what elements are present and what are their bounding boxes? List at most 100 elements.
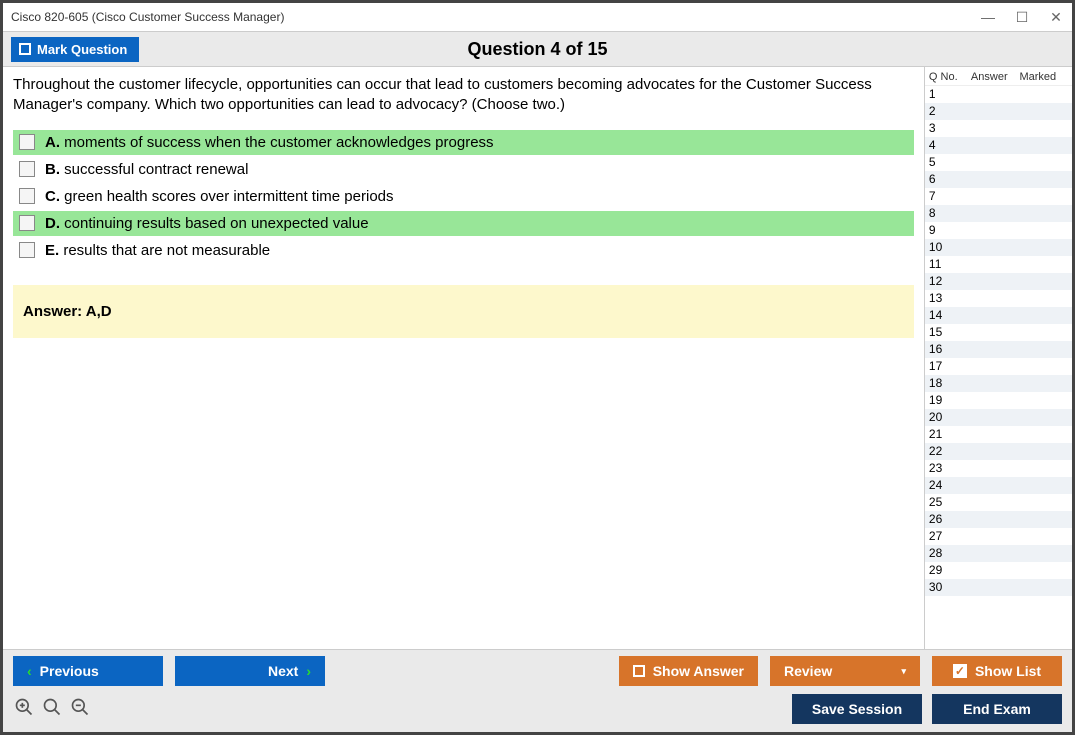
show-answer-button[interactable]: Show Answer [619,656,758,686]
question-list-row[interactable]: 3 [925,120,1072,137]
question-list-row[interactable]: 16 [925,341,1072,358]
cell-marked [1019,307,1068,324]
cell-qno: 4 [929,137,971,154]
option-checkbox[interactable] [19,215,35,231]
cell-marked [1019,443,1068,460]
cell-answer [971,562,1020,579]
chevron-left-icon: ‹ [27,663,32,679]
cell-marked [1019,324,1068,341]
cell-marked [1019,154,1068,171]
question-list-row[interactable]: 2 [925,103,1072,120]
cell-answer [971,290,1020,307]
option-row[interactable]: E. results that are not measurable [13,238,914,263]
zoom-reset-icon[interactable] [41,697,63,722]
option-checkbox[interactable] [19,188,35,204]
question-list-row[interactable]: 29 [925,562,1072,579]
cell-answer [971,477,1020,494]
end-exam-label: End Exam [963,701,1031,717]
cell-marked [1019,290,1068,307]
cell-qno: 2 [929,103,971,120]
cell-marked [1019,188,1068,205]
question-list-row[interactable]: 8 [925,205,1072,222]
question-list-header: Q No. Answer Marked [925,67,1072,85]
footer-row-1: ‹ Previous Next › Show Answer Review ▾ ✓… [13,656,1062,686]
mark-question-button[interactable]: Mark Question [11,37,139,62]
review-label: Review [784,663,832,679]
minimize-icon[interactable]: — [980,9,996,25]
question-list-row[interactable]: 17 [925,358,1072,375]
question-list-row[interactable]: 24 [925,477,1072,494]
zoom-out-icon[interactable] [69,697,91,722]
question-list-row[interactable]: 4 [925,137,1072,154]
dropdown-icon: ▾ [901,666,906,677]
question-list-row[interactable]: 26 [925,511,1072,528]
cell-qno: 15 [929,324,971,341]
option-checkbox[interactable] [19,161,35,177]
option-label: D. continuing results based on unexpecte… [45,215,369,232]
option-row[interactable]: B. successful contract renewal [13,157,914,182]
question-list-row[interactable]: 22 [925,443,1072,460]
save-session-label: Save Session [812,701,902,717]
show-list-button[interactable]: ✓ Show List [932,656,1062,686]
question-list-row[interactable]: 5 [925,154,1072,171]
question-list-row[interactable]: 12 [925,273,1072,290]
answer-box: Answer: A,D [13,285,914,338]
question-list-row[interactable]: 13 [925,290,1072,307]
question-list-row[interactable]: 19 [925,392,1072,409]
question-list-row[interactable]: 20 [925,409,1072,426]
cell-answer [971,579,1020,596]
app-window: Cisco 820-605 (Cisco Customer Success Ma… [0,0,1075,735]
save-session-button[interactable]: Save Session [792,694,922,724]
cell-answer [971,239,1020,256]
cell-qno: 24 [929,477,971,494]
question-list-panel: Q No. Answer Marked 12345678910111213141… [924,67,1072,649]
question-list-row[interactable]: 21 [925,426,1072,443]
question-list-row[interactable]: 1 [925,86,1072,103]
question-list-row[interactable]: 30 [925,579,1072,596]
cell-qno: 30 [929,579,971,596]
cell-answer [971,188,1020,205]
maximize-icon[interactable]: ☐ [1014,9,1030,25]
options-list: A. moments of success when the customer … [13,130,914,263]
end-exam-button[interactable]: End Exam [932,694,1062,724]
cell-answer [971,171,1020,188]
question-list-row[interactable]: 11 [925,256,1072,273]
question-list-row[interactable]: 23 [925,460,1072,477]
option-row[interactable]: D. continuing results based on unexpecte… [13,211,914,236]
cell-answer [971,375,1020,392]
question-list-row[interactable]: 25 [925,494,1072,511]
cell-answer [971,545,1020,562]
cell-marked [1019,205,1068,222]
cell-qno: 14 [929,307,971,324]
option-row[interactable]: A. moments of success when the customer … [13,130,914,155]
question-list-row[interactable]: 6 [925,171,1072,188]
option-checkbox[interactable] [19,242,35,258]
question-list-row[interactable]: 9 [925,222,1072,239]
question-list-row[interactable]: 7 [925,188,1072,205]
zoom-in-icon[interactable] [13,697,35,722]
next-button[interactable]: Next › [175,656,325,686]
question-list-body[interactable]: 1234567891011121314151617181920212223242… [925,85,1072,649]
cell-answer [971,392,1020,409]
option-checkbox[interactable] [19,134,35,150]
close-icon[interactable]: ✕ [1048,9,1064,25]
cell-marked [1019,511,1068,528]
question-list-row[interactable]: 18 [925,375,1072,392]
question-list-row[interactable]: 10 [925,239,1072,256]
cell-answer [971,324,1020,341]
question-toolbar: Mark Question Question 4 of 15 [3,31,1072,67]
previous-button[interactable]: ‹ Previous [13,656,163,686]
question-list-row[interactable]: 14 [925,307,1072,324]
checkbox-icon [633,665,645,677]
option-row[interactable]: C. green health scores over intermittent… [13,184,914,209]
cell-marked [1019,579,1068,596]
col-marked: Marked [1019,71,1068,83]
cell-answer [971,341,1020,358]
question-heading: Question 4 of 15 [3,39,1072,60]
cell-answer [971,358,1020,375]
cell-qno: 26 [929,511,971,528]
question-list-row[interactable]: 15 [925,324,1072,341]
question-list-row[interactable]: 27 [925,528,1072,545]
question-list-row[interactable]: 28 [925,545,1072,562]
review-button[interactable]: Review ▾ [770,656,920,686]
